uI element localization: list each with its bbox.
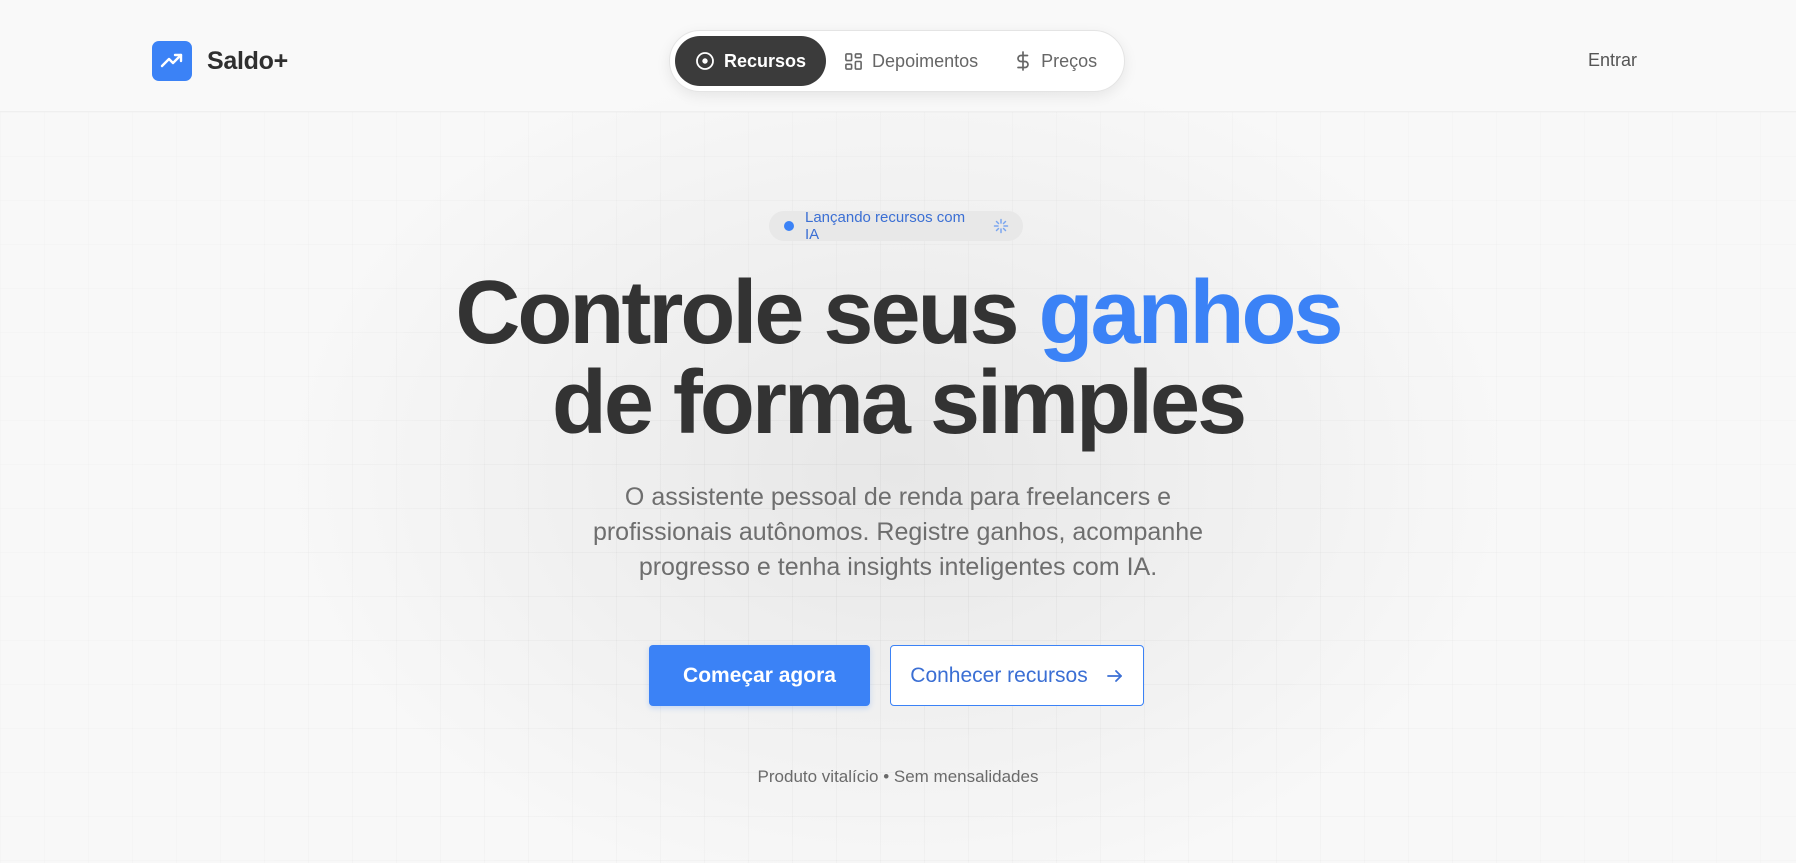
main-nav: Recursos Depoimentos Preços: [669, 30, 1125, 92]
brand[interactable]: Saldo+: [152, 41, 288, 81]
hero-headline: Controle seus ganhos de forma simples: [0, 268, 1796, 448]
layout-grid-icon: [844, 52, 863, 71]
badge-label: Lançando recursos com IA: [804, 209, 966, 243]
headline-line2: de forma simples: [551, 353, 1247, 453]
explore-features-label: Conhecer recursos: [910, 663, 1088, 687]
sparkle-icon: [993, 218, 1009, 234]
brand-name: Saldo+: [207, 46, 288, 75]
nav-item-precos[interactable]: Preços: [996, 36, 1115, 86]
nav-item-depoimentos[interactable]: Depoimentos: [826, 36, 996, 86]
trending-up-icon: [152, 41, 192, 81]
landing-page: Saldo+ Recursos Depoimentos Preços Entra…: [0, 0, 1796, 863]
arrow-right-icon: [1106, 667, 1124, 685]
headline-line1: Controle seus ganhos: [455, 263, 1344, 363]
status-dot: [784, 221, 794, 231]
start-now-label: Começar agora: [683, 663, 836, 687]
hero-subtitle: O assistente pessoal de renda para freel…: [592, 483, 1204, 581]
nav-item-label: Preços: [1041, 50, 1098, 71]
nav-item-recursos[interactable]: Recursos: [675, 36, 827, 86]
start-now-button[interactable]: Começar agora: [649, 645, 870, 706]
circle-dot-icon: [695, 51, 715, 71]
top-header: Saldo+ Recursos Depoimentos Preços Entra…: [0, 0, 1796, 112]
hero-footnote: Produto vitalício • Sem mensalidades: [757, 767, 1039, 786]
nav-item-label: Depoimentos: [872, 50, 979, 71]
login-link[interactable]: Entrar: [1588, 50, 1637, 71]
explore-features-button[interactable]: Conhecer recursos: [890, 645, 1144, 706]
nav-item-label: Recursos: [724, 50, 807, 71]
announcement-badge: Lançando recursos com IA: [769, 209, 1023, 243]
headline-accent: ganhos: [1038, 263, 1344, 363]
dollar-sign-icon: [1014, 51, 1032, 71]
